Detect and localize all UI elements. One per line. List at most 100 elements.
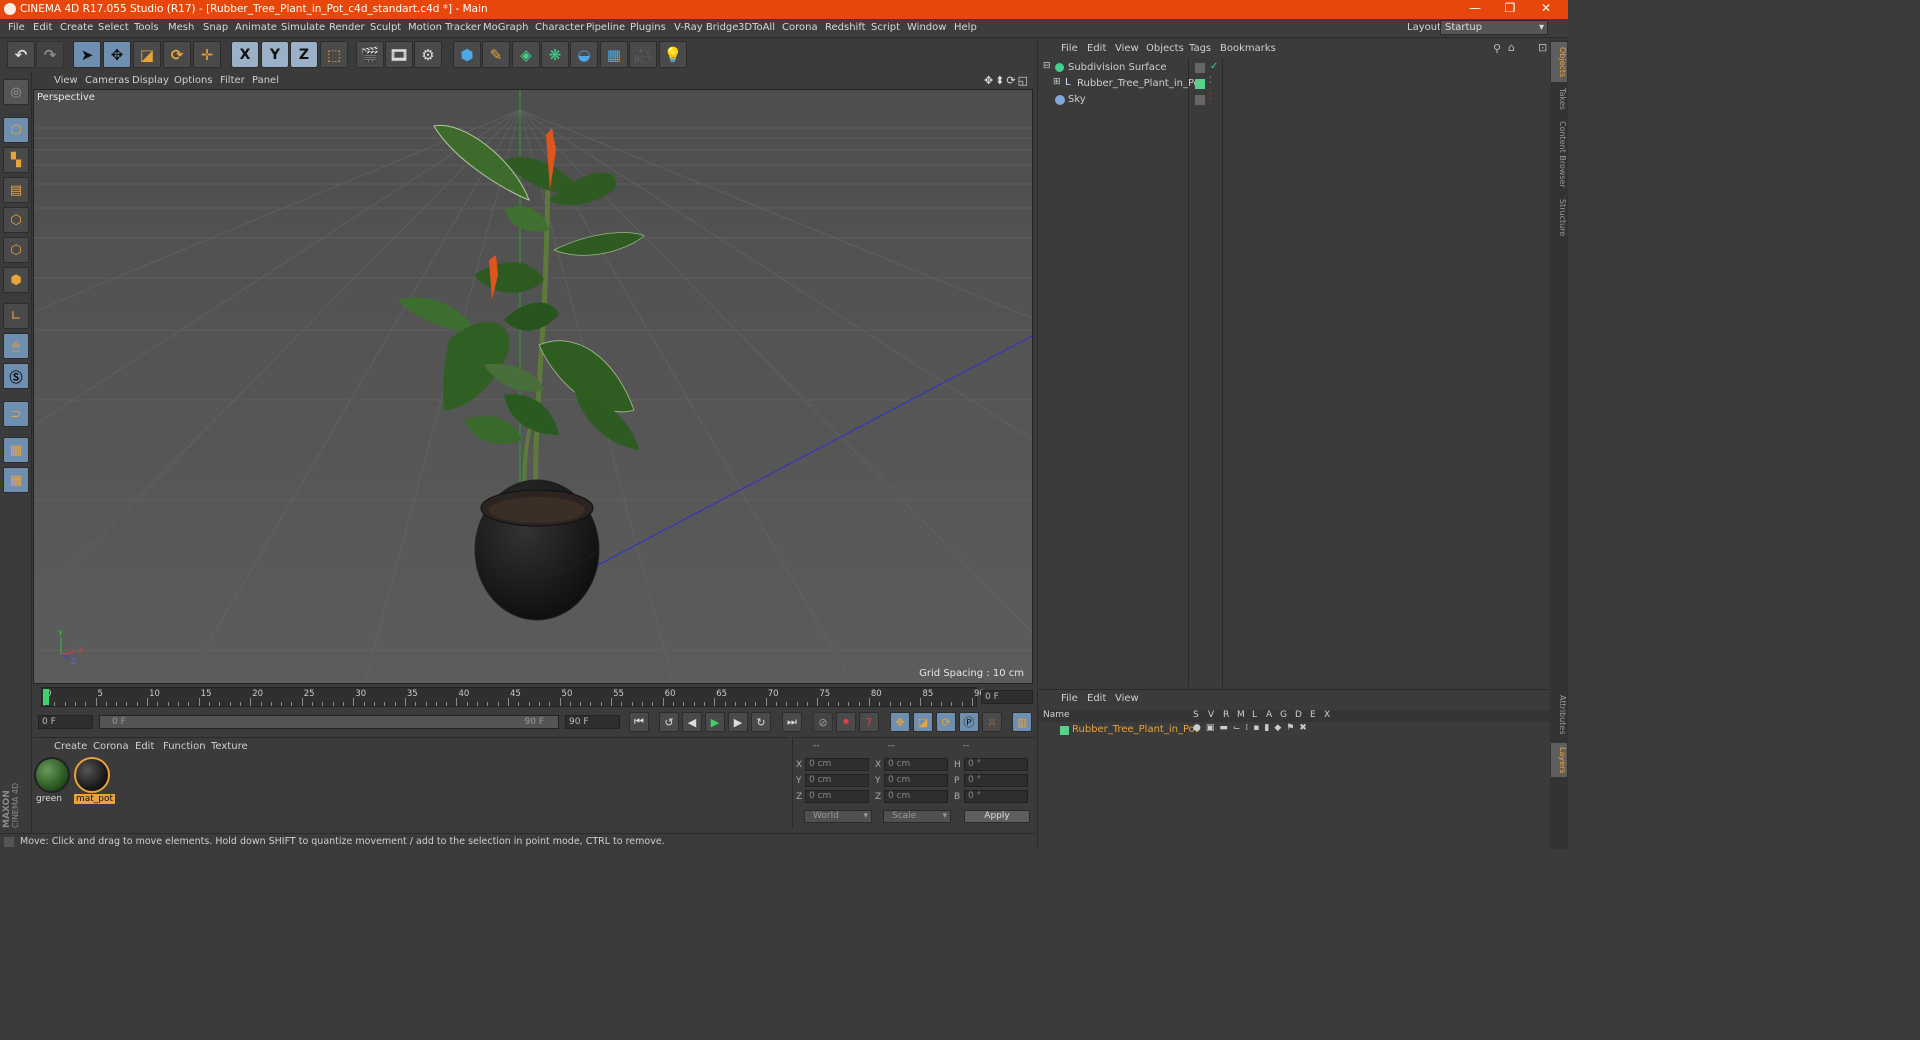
pos-x-field[interactable]: 0 cm [805, 758, 869, 771]
layer-color-icon[interactable] [1195, 79, 1205, 89]
coordinate-space-select[interactable]: World ▾ [804, 810, 872, 823]
key-position-button[interactable]: ✥ [890, 712, 910, 732]
tab-attributes[interactable]: Attributes [1551, 690, 1567, 740]
menu-plugins[interactable]: Plugins [630, 22, 666, 33]
menu-sculpt[interactable]: Sculpt [370, 22, 401, 33]
layer-menu-view[interactable]: View [1115, 693, 1139, 704]
viewport-navigation-icons[interactable]: ✥⬍⟳◱ [984, 74, 1030, 87]
layer-col-e[interactable]: E [1310, 710, 1316, 720]
menu-edit[interactable]: Edit [33, 22, 52, 33]
object-menu-edit[interactable]: Edit [1087, 43, 1106, 54]
workplane-mode-button[interactable]: ▤ [3, 177, 29, 203]
rot-b-field[interactable]: 0 ° [964, 790, 1028, 803]
enabled-check-icon[interactable]: ✓ [1210, 61, 1218, 72]
size-y-field[interactable]: 0 cm [884, 774, 948, 787]
floor-object-button[interactable]: ▦ [600, 41, 628, 68]
menu-corona[interactable]: Corona [782, 22, 818, 33]
menu-character[interactable]: Character [535, 22, 584, 33]
playhead-marker[interactable] [43, 689, 49, 705]
layer-menu-file[interactable]: File [1061, 693, 1078, 704]
layer-toggle-icons[interactable]: ●▣▬⌙⁞▪▮◆⚑✖ [1193, 723, 1312, 733]
timeline-track[interactable]: 051015202530354045505560657075808590 [41, 687, 985, 707]
perspective-viewport[interactable]: Y X Z Perspective Grid Spacing : 10 cm [33, 89, 1033, 684]
play-button[interactable]: ▶ [705, 712, 725, 732]
end-frame-field[interactable]: 90 F [565, 715, 620, 729]
maximize-icon[interactable]: ⊡ [1538, 41, 1547, 54]
menu-render[interactable]: Render [329, 22, 365, 33]
texture-mode-button[interactable]: ▚ [3, 147, 29, 173]
pos-z-field[interactable]: 0 cm [805, 790, 869, 803]
autokey-button[interactable]: ⏺ [836, 712, 856, 732]
layer-col-m[interactable]: M [1237, 710, 1245, 720]
layer-col-x[interactable]: X [1324, 710, 1330, 720]
axis-mode-button[interactable]: ∟ [3, 303, 29, 329]
z-axis-button[interactable]: Z [290, 41, 318, 68]
material-menu-function[interactable]: Function [163, 741, 206, 752]
lock-workplane-button[interactable]: ▦ [3, 437, 29, 463]
prev-key-button[interactable]: ↺ [659, 712, 679, 732]
menu-select[interactable]: Select [98, 22, 129, 33]
move-tool-button[interactable]: ✥ [103, 41, 131, 68]
viewport-menu-panel[interactable]: Panel [252, 75, 279, 86]
camera-object-button[interactable]: 🎥 [629, 41, 657, 68]
viewport-menu-filter[interactable]: Filter [220, 75, 245, 86]
home-icon[interactable]: ⌂ [1508, 41, 1515, 54]
y-axis-button[interactable]: Y [261, 41, 289, 68]
start-frame-field[interactable]: 0 F [38, 715, 93, 729]
material-green-swatch[interactable] [34, 757, 70, 793]
object-menu-tags[interactable]: Tags [1189, 43, 1211, 54]
layer-menu-edit[interactable]: Edit [1087, 693, 1106, 704]
rot-p-field[interactable]: 0 ° [964, 774, 1028, 787]
coordinate-system-button[interactable]: ⬚ [320, 41, 348, 68]
material-menu-texture[interactable]: Texture [211, 741, 248, 752]
key-scale-button[interactable]: ◪ [913, 712, 933, 732]
viewport-menu-options[interactable]: Options [174, 75, 213, 86]
object-row-rubber-tree[interactable]: ⊞ L Rubber_Tree_Plant_in_Pot ⁚ [1040, 76, 1550, 92]
tab-objects[interactable]: Objects [1551, 42, 1567, 82]
menu-animate[interactable]: Animate [235, 22, 277, 33]
visibility-toggle-icon[interactable] [1195, 63, 1205, 73]
menu-pipeline[interactable]: Pipeline [586, 22, 625, 33]
menu-snap[interactable]: Snap [203, 22, 228, 33]
tab-content-browser[interactable]: Content Browser [1551, 118, 1567, 190]
object-menu-objects[interactable]: Objects [1146, 43, 1184, 54]
menu-window[interactable]: Window [907, 22, 946, 33]
layer-col-v[interactable]: V [1208, 710, 1214, 720]
material-menu-edit[interactable]: Edit [135, 741, 154, 752]
visibility-dots-icon[interactable]: ⁚ [1209, 76, 1212, 86]
material-green-label[interactable]: green [34, 794, 64, 804]
x-axis-button[interactable]: X [231, 41, 259, 68]
timeline-ruler[interactable]: 051015202530354045505560657075808590 0 F [33, 685, 1034, 709]
menu-help[interactable]: Help [954, 22, 977, 33]
material-pot-swatch[interactable] [74, 757, 110, 793]
material-menu-create[interactable]: Create [54, 741, 87, 752]
redo-button[interactable]: ↷ [36, 41, 64, 68]
subdivision-surface-button[interactable]: ◈ [512, 41, 540, 68]
object-menu-bookmarks[interactable]: Bookmarks [1220, 43, 1276, 54]
cube-object-button[interactable]: ⬢ [453, 41, 481, 68]
layer-col-r[interactable]: R [1223, 710, 1229, 720]
range-slider[interactable]: 0 F 90 F [99, 715, 559, 729]
next-key-button[interactable]: ↻ [751, 712, 771, 732]
menu-simulate[interactable]: Simulate [281, 22, 325, 33]
go-to-end-button[interactable]: ⏭ [782, 712, 802, 732]
pen-spline-button[interactable]: ✎ [482, 41, 510, 68]
rotate-tool-button[interactable]: ⟳ [163, 41, 191, 68]
tab-takes[interactable]: Takes [1551, 84, 1567, 114]
viewport-menu-view[interactable]: View [54, 75, 78, 86]
edges-mode-button[interactable]: ⬡ [3, 237, 29, 263]
object-menu-file[interactable]: File [1061, 43, 1078, 54]
apply-button[interactable]: Apply [964, 810, 1030, 823]
menu-redshift[interactable]: Redshift [825, 22, 866, 33]
make-editable-button[interactable]: ◎ [3, 79, 29, 105]
magnet-button[interactable]: ⊃ [3, 401, 29, 427]
snap-button[interactable]: Ⓢ [3, 363, 29, 389]
go-to-start-button[interactable]: ⏮ [629, 712, 649, 732]
object-row-subdivision-surface[interactable]: ⊟ Subdivision Surface ✓ [1040, 61, 1550, 76]
layer-row[interactable]: Rubber_Tree_Plant_in_Pot ●▣▬⌙⁞▪▮◆⚑✖ [1038, 723, 1551, 737]
last-tool-button[interactable]: ✛ [193, 41, 221, 68]
layer-col-name[interactable]: Name [1043, 710, 1070, 720]
next-frame-button[interactable]: ▶ [728, 712, 748, 732]
tab-structure[interactable]: Structure [1551, 196, 1567, 240]
render-view-button[interactable]: 🎬 [356, 41, 384, 68]
